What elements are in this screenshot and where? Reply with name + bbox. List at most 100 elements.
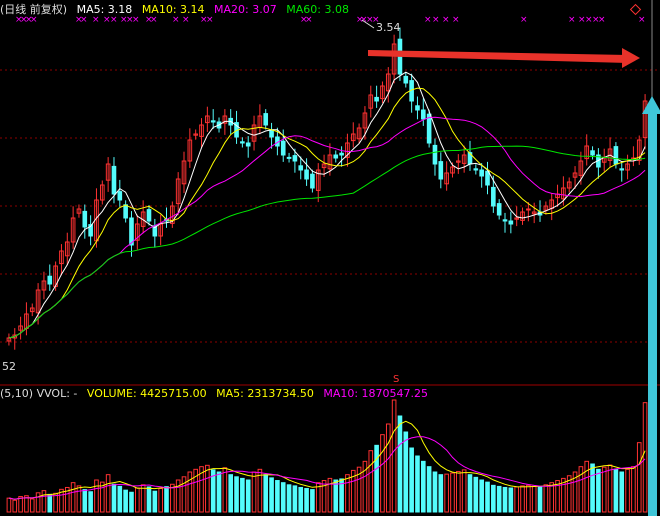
signal-marker: × xyxy=(638,15,646,25)
cyan-arrow xyxy=(642,96,660,516)
candle-body xyxy=(263,113,269,126)
volume-bar xyxy=(123,489,128,513)
volume-bar xyxy=(82,489,88,513)
volume-bar xyxy=(526,484,531,513)
candle-body xyxy=(526,208,531,211)
volume-bar xyxy=(385,423,391,513)
candle-body xyxy=(310,173,315,189)
volume-bar xyxy=(636,442,642,513)
volume-bar xyxy=(99,481,105,513)
volume-bar xyxy=(146,486,152,513)
volume-bar xyxy=(228,474,234,513)
candle-body xyxy=(496,203,502,216)
signal-marker: × xyxy=(452,15,460,25)
volume-bar xyxy=(549,482,555,513)
volume-bar xyxy=(420,460,426,513)
candle-body xyxy=(508,220,514,225)
volume-bar xyxy=(479,479,484,513)
volume-bar xyxy=(164,486,169,513)
ma20-value: MA20: 3.07 xyxy=(214,3,277,16)
volume-bar xyxy=(438,474,444,513)
candle-body xyxy=(117,191,123,201)
volume-bar xyxy=(251,471,257,513)
diamond-icon[interactable] xyxy=(629,3,642,16)
volume-bar xyxy=(508,487,514,513)
volume-bar xyxy=(613,468,619,513)
candle-body xyxy=(333,154,339,159)
volume-bar xyxy=(47,493,53,513)
volume-bar xyxy=(432,471,438,513)
volume-bar xyxy=(187,471,193,513)
volume-bar xyxy=(391,399,397,513)
volume-bar xyxy=(205,464,210,513)
volume-bar xyxy=(333,479,339,513)
volume-bar xyxy=(409,447,414,513)
volume-bar xyxy=(607,464,613,513)
ma60-value: MA60: 3.08 xyxy=(286,3,349,16)
chart-title: (日线 前复权) xyxy=(0,3,68,16)
candle-body xyxy=(146,209,152,222)
stock-chart[interactable]: ×××× ×× × × × ××× ×× × × ×× ×× ×××× × × × × × × × × ×× × 3.54… xyxy=(0,0,660,516)
signal-marker: × xyxy=(598,15,606,25)
volume-bar xyxy=(531,485,537,513)
volume-bar xyxy=(70,482,76,513)
candle-body xyxy=(245,142,251,147)
volume-bar xyxy=(450,472,455,513)
ma10-value: MA10: 3.14 xyxy=(141,3,205,16)
candle-body xyxy=(438,161,444,180)
volume-bar xyxy=(467,474,473,513)
candle-body xyxy=(47,275,53,285)
volume-bar xyxy=(403,431,409,513)
volume-bar xyxy=(491,484,496,513)
volume-bar xyxy=(642,402,648,513)
volume-legend: (5,10) VVOL: - VOLUME: 4425715.00 MA5: 2… xyxy=(0,387,434,401)
candle-body xyxy=(339,152,344,156)
volume-bar xyxy=(584,460,590,513)
volume-bar xyxy=(245,479,251,513)
candle-body xyxy=(269,129,274,138)
volume-bar xyxy=(41,490,47,513)
candle-body xyxy=(613,146,619,165)
candle-body xyxy=(420,109,426,120)
volume-bar xyxy=(625,468,630,513)
candle-body xyxy=(82,210,88,228)
volume-bar xyxy=(537,486,543,513)
volume-bar xyxy=(12,499,18,513)
volume-bar xyxy=(29,498,35,513)
candle-body xyxy=(403,75,409,84)
price-legend: (日线 前复权) MA5: 3.18 MA10: 3.14 MA20: 3.07… xyxy=(0,3,355,17)
candle-body xyxy=(111,165,117,195)
candle-body xyxy=(432,144,438,165)
price-grid xyxy=(0,69,660,343)
volume-bar xyxy=(631,466,636,513)
volume-bar xyxy=(619,471,625,513)
volume-bar xyxy=(374,444,379,513)
signal-marker: × xyxy=(520,15,528,25)
volume-bar xyxy=(601,466,607,513)
volume-bar xyxy=(135,487,140,513)
volume-bar xyxy=(426,466,432,513)
volume-bar xyxy=(520,485,525,513)
volume-bar xyxy=(543,484,549,513)
peak-label: 3.54 xyxy=(376,21,401,34)
volume-bar xyxy=(590,463,595,513)
volume-ma10-value: MA10: 1870547.25 xyxy=(323,387,429,400)
volume-bar xyxy=(6,497,12,513)
volume-bar xyxy=(461,469,467,513)
candle-body xyxy=(485,170,490,186)
volume-bar xyxy=(473,476,479,513)
signal-marker: × xyxy=(442,15,450,25)
volume-bar xyxy=(444,473,449,513)
signal-marker: × xyxy=(432,15,440,25)
s-marker: S xyxy=(393,374,399,385)
candle-body xyxy=(619,168,625,171)
volume-value: VOLUME: 4425715.00 xyxy=(86,387,207,400)
volume-bar xyxy=(117,485,123,513)
volume-bar xyxy=(275,480,280,513)
volume-bar xyxy=(415,455,420,513)
candle-body xyxy=(286,156,292,159)
volume-bar xyxy=(222,467,228,513)
candle-body xyxy=(491,186,496,207)
candle-body xyxy=(479,169,484,177)
volume-bar xyxy=(152,490,158,513)
